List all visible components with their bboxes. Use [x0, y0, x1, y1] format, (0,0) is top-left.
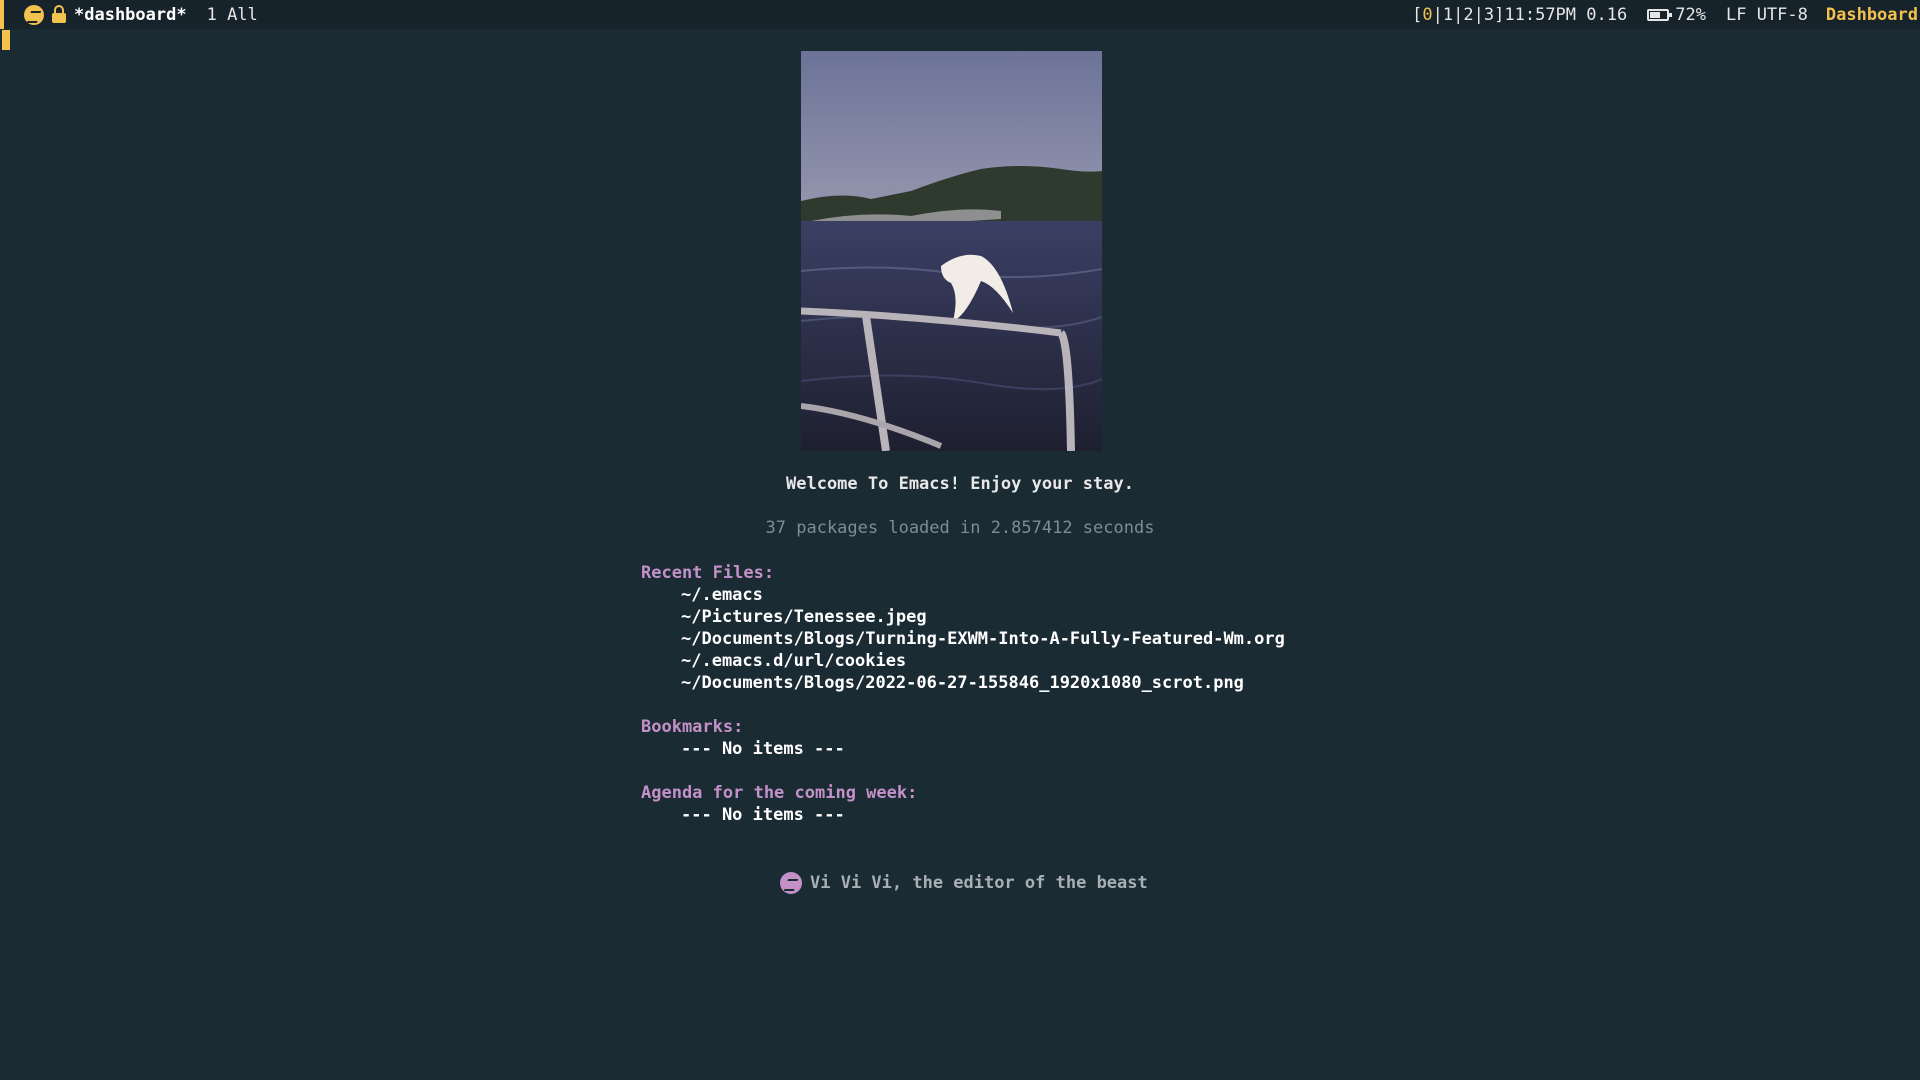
dashboard-footer: Vi Vi Vi, the editor of the beast — [780, 872, 1148, 894]
empty-item: --- No items --- — [681, 739, 845, 759]
recent-file-item[interactable]: ~/Pictures/Tenessee.jpeg — [641, 606, 1285, 628]
section-title[interactable]: Bookmarks: — [641, 716, 845, 738]
section-title[interactable]: Agenda for the coming week: — [641, 782, 917, 804]
mode-line-left: *dashboard* 1 All — [24, 0, 258, 29]
banner-image — [801, 51, 1102, 451]
workspace-separator: | — [1473, 4, 1484, 25]
emacs-icon — [24, 4, 44, 25]
agenda-section: Agenda for the coming week: --- No items… — [641, 782, 917, 826]
section-title[interactable]: Recent Files: — [641, 562, 1285, 584]
workspace-separator: | — [1432, 4, 1443, 25]
lock-icon — [52, 4, 66, 23]
recent-file-item[interactable]: ~/Documents/Blogs/Turning-EXWM-Into-A-Fu… — [641, 628, 1285, 650]
workspace-1[interactable]: 1 — [1443, 5, 1453, 25]
bookmarks-section: Bookmarks: --- No items --- — [641, 716, 845, 760]
workspace-bracket-open: [ — [1412, 4, 1423, 25]
major-mode[interactable]: Dashboard — [1826, 5, 1918, 25]
dashboard-buffer: Welcome To Emacs! Enjoy your stay. 37 pa… — [0, 29, 1920, 1080]
recent-file-item[interactable]: ~/Documents/Blogs/2022-06-27-155846_1920… — [641, 672, 1285, 694]
end-of-line-style[interactable]: LF — [1726, 5, 1746, 25]
init-info: 37 packages loaded in 2.857412 seconds — [765, 518, 1155, 538]
recent-file-item[interactable]: ~/.emacs — [641, 584, 1285, 606]
empty-item: --- No items --- — [681, 805, 845, 825]
battery-percent: 72% — [1675, 4, 1706, 25]
workspace-0[interactable]: 0 — [1422, 5, 1432, 25]
buffer-position: 1 All — [206, 4, 258, 25]
buffer-name[interactable]: *dashboard* — [74, 5, 187, 25]
workspace-separator: | — [1453, 4, 1464, 25]
welcome-banner-text: Welcome To Emacs! Enjoy your stay. — [786, 474, 1134, 494]
banner-photo — [801, 51, 1102, 451]
workspace-3[interactable]: 3 — [1484, 5, 1494, 25]
encoding[interactable]: UTF-8 — [1757, 5, 1808, 25]
emacs-icon — [780, 872, 802, 894]
workspace-bracket-close: ] — [1494, 4, 1505, 25]
mode-line-right: [0 | 1 | 2 | 3] 11:57PM 0.16 72% LF UTF-8 Dashb… — [1412, 0, 1920, 29]
clock: 11:57PM — [1504, 4, 1577, 25]
load-average: 0.16 — [1586, 4, 1628, 25]
mode-line-indicator-bar — [0, 0, 4, 29]
recent-files-section: Recent Files: ~/.emacs ~/Pictures/Teness… — [641, 562, 1285, 694]
battery-fill — [1650, 11, 1661, 18]
mode-line: *dashboard* 1 All [0 | 1 | 2 | 3] 11:57PM 0.16 … — [0, 0, 1920, 29]
workspace-2[interactable]: 2 — [1463, 5, 1473, 25]
footer-message: Vi Vi Vi, the editor of the beast — [810, 873, 1148, 893]
battery-icon — [1647, 8, 1673, 21]
recent-file-item[interactable]: ~/.emacs.d/url/cookies — [641, 650, 1285, 672]
